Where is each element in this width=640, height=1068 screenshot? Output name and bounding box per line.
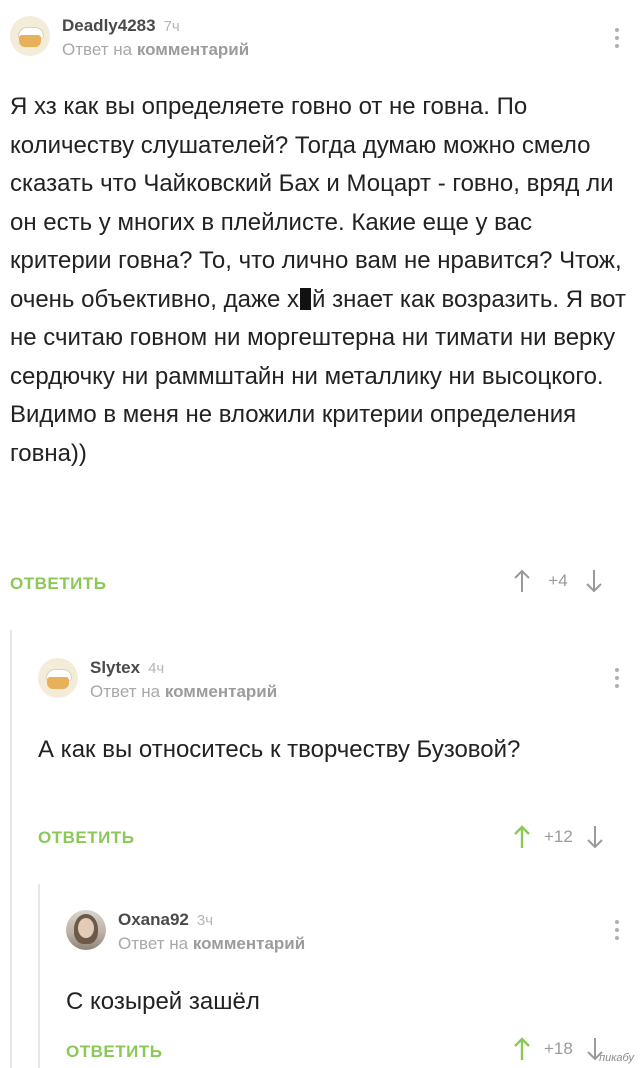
reply-to-prefix: Ответ на: [62, 40, 137, 59]
watermark: пикабу: [599, 1052, 634, 1064]
score: +4: [548, 571, 568, 590]
reply-to-prefix: Ответ на: [90, 682, 165, 701]
vote-control: +18: [512, 1036, 605, 1062]
comment-actions: ОТВЕТИТЬ: [66, 1042, 162, 1062]
vote-control: +4: [512, 568, 604, 594]
upvote-arrow-icon[interactable]: [512, 1036, 532, 1062]
reply-button[interactable]: ОТВЕТИТЬ: [10, 574, 106, 594]
username[interactable]: Slytex: [90, 658, 140, 678]
reply-to-line: Ответ на комментарий: [90, 682, 277, 702]
censor-block: [300, 287, 312, 310]
username[interactable]: Oxana92: [118, 910, 189, 930]
comment-body-part-1: Я хз как вы определяете говно от не говн…: [10, 93, 629, 313]
timestamp: 7ч: [163, 18, 180, 35]
more-options-icon[interactable]: [614, 920, 620, 940]
reply-button[interactable]: ОТВЕТИТЬ: [38, 828, 134, 848]
vote-control: +12: [512, 824, 605, 850]
more-options-icon[interactable]: [614, 28, 620, 48]
username[interactable]: Deadly4283: [62, 16, 156, 36]
reply-to-link[interactable]: комментарий: [165, 682, 277, 701]
score: +12: [544, 827, 573, 846]
pie-avatar-icon[interactable]: [10, 16, 50, 56]
reply-to-line: Ответ на комментарий: [62, 40, 249, 60]
photo-avatar-icon[interactable]: [66, 910, 106, 950]
comment-header: Oxana92 3ч Ответ на комментарий: [66, 910, 305, 954]
comment-body: А как вы относитесь к творчеству Бузовой…: [38, 736, 521, 763]
comment-body: Я хз как вы определяете говно от не говн…: [10, 88, 630, 473]
reply-to-link[interactable]: комментарий: [193, 934, 305, 953]
upvote-arrow-icon[interactable]: [512, 568, 532, 594]
reply-to-prefix: Ответ на: [118, 934, 193, 953]
timestamp: 4ч: [148, 660, 165, 677]
upvote-arrow-icon[interactable]: [512, 824, 532, 850]
score: +18: [544, 1039, 573, 1058]
reply-to-link[interactable]: комментарий: [137, 40, 249, 59]
thread-line: [10, 630, 12, 1068]
comment-header: Deadly4283 7ч Ответ на комментарий: [10, 16, 249, 60]
comment-actions: ОТВЕТИТЬ: [38, 828, 134, 848]
reply-button[interactable]: ОТВЕТИТЬ: [66, 1042, 162, 1062]
timestamp: 3ч: [196, 912, 214, 929]
reply-to-line: Ответ на комментарий: [118, 934, 305, 954]
thread-line: [38, 884, 40, 1068]
comment-body: С козырей зашёл: [66, 988, 260, 1015]
downvote-arrow-icon[interactable]: [585, 824, 605, 850]
comment-header: Slytex 4ч Ответ на комментарий: [38, 658, 277, 702]
comment-actions: ОТВЕТИТЬ: [10, 574, 106, 594]
downvote-arrow-icon[interactable]: [584, 568, 604, 594]
more-options-icon[interactable]: [614, 668, 620, 688]
pie-avatar-icon[interactable]: [38, 658, 78, 698]
